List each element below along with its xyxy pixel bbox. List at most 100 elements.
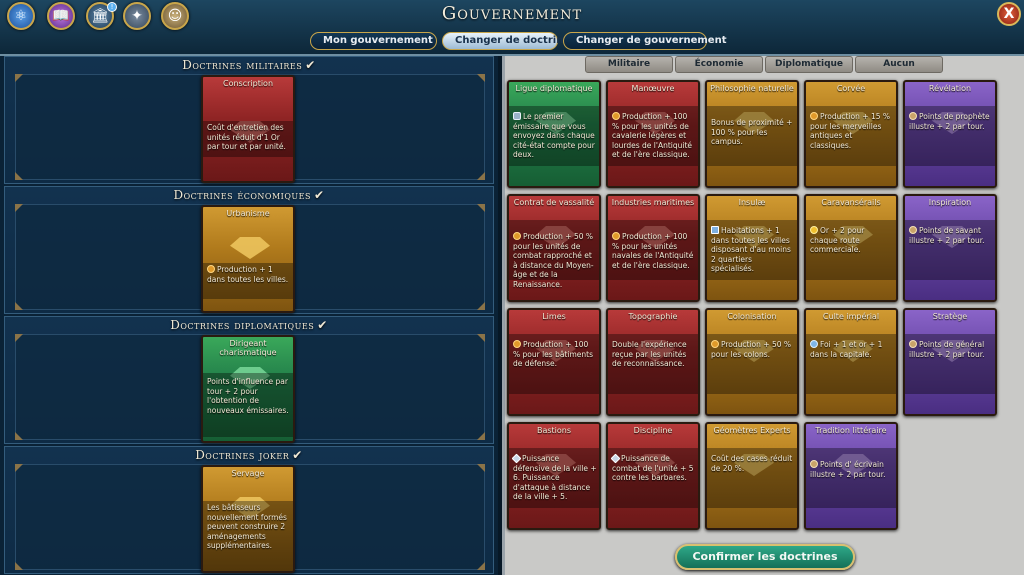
card-name: Ligue diplomatique bbox=[515, 84, 593, 93]
prod-icon bbox=[711, 340, 719, 348]
section-title: Doctrines joker bbox=[195, 448, 290, 462]
slot-section-economic: Doctrines économiques ✔ Urbanisme Product… bbox=[4, 186, 494, 314]
policy-card[interactable]: Topographie Double l'expérience reçue par… bbox=[606, 308, 700, 416]
section-title: Doctrines diplomatiques bbox=[170, 318, 315, 332]
card-description: Bonus de proximité + 100 % pour les camp… bbox=[711, 118, 793, 146]
check-icon: ✔ bbox=[305, 58, 316, 72]
card-name: Tradition littéraire bbox=[815, 426, 887, 435]
card-description: Le premier émissaire que vous envoyez da… bbox=[513, 112, 595, 159]
policy-slots-panel: Doctrines militaires ✔ Conscription Coût … bbox=[0, 56, 498, 575]
tab-change-policies[interactable]: Changer de doctrines bbox=[442, 32, 576, 50]
filter-diplomatic[interactable]: Diplomatique bbox=[765, 56, 853, 73]
prod-icon bbox=[513, 232, 521, 240]
card-name: Inspiration bbox=[928, 198, 972, 207]
policy-card[interactable]: Colonisation Production + 50 % pour les c… bbox=[705, 308, 799, 416]
policy-card[interactable]: Bastions Puissance défensive de la ville … bbox=[507, 422, 601, 530]
card-name: Urbanisme bbox=[226, 209, 270, 218]
card-name: Industries maritimes bbox=[611, 198, 695, 207]
filter-bar: Militaire Économie Diplomatique Aucun bbox=[585, 56, 943, 73]
card-description: Puissance défensive de la ville + 6. Pui… bbox=[511, 453, 597, 501]
strength-icon bbox=[610, 453, 621, 464]
card-description: Points d'influence par tour + 2 pour l'o… bbox=[207, 377, 289, 415]
policy-card[interactable]: Contrat de vassalité Production + 50 % po… bbox=[507, 194, 601, 302]
available-policies-panel: Militaire Économie Diplomatique Aucun Li… bbox=[502, 56, 1024, 575]
confirm-policies-button[interactable]: Confirmer les doctrines bbox=[675, 544, 855, 570]
card-description: Production + 50 % pour les unités de com… bbox=[513, 232, 594, 289]
envoy-icon bbox=[513, 112, 521, 120]
policy-card[interactable]: Caravansérails Or + 2 pour chaque route c… bbox=[804, 194, 898, 302]
policy-card[interactable]: Manœuvre Production + 100 % pour les unit… bbox=[606, 80, 700, 188]
slotted-card-servage[interactable]: Servage Les bâtisseurs nouvellement form… bbox=[201, 465, 295, 573]
card-description: Points de général illustre + 2 par tour. bbox=[909, 340, 985, 359]
card-description: Production + 100 % pour les unités naval… bbox=[612, 232, 694, 270]
card-name: Dirigeant charismatique bbox=[219, 339, 277, 357]
card-name: Révélation bbox=[928, 84, 972, 93]
hab-icon bbox=[711, 226, 719, 234]
check-icon: ✔ bbox=[292, 448, 303, 462]
strength-icon bbox=[511, 453, 522, 464]
filter-none[interactable]: Aucun bbox=[855, 56, 943, 73]
section-title: Doctrines économiques bbox=[173, 188, 311, 202]
pers-icon bbox=[909, 226, 917, 234]
card-name: Limes bbox=[542, 312, 566, 321]
check-icon: ✔ bbox=[317, 318, 328, 332]
slotted-card-urbanisme[interactable]: Urbanisme Production + 1 dans toutes les… bbox=[201, 205, 295, 313]
card-description: Foi + 1 et or + 1 dans la capitale. bbox=[810, 340, 883, 359]
card-description: Points de savant illustre + 2 par tour. bbox=[909, 226, 985, 245]
card-description: Production + 100 % pour les unités de ca… bbox=[612, 112, 693, 159]
pers-icon bbox=[909, 112, 917, 120]
policy-card[interactable]: Géomètres Experts Coût des cases réduit d… bbox=[705, 422, 799, 530]
card-name: Servage bbox=[231, 469, 265, 478]
close-button[interactable]: X bbox=[997, 2, 1021, 26]
slotted-card-charismatic-leader[interactable]: Dirigeant charismatique Points d'influen… bbox=[201, 335, 295, 443]
card-name: Manœuvre bbox=[631, 84, 675, 93]
card-description: Or + 2 pour chaque route commerciale. bbox=[810, 226, 865, 254]
card-description: Coût d'entretien des unités réduit d'1 O… bbox=[207, 123, 286, 151]
card-name: Insulæ bbox=[738, 198, 766, 207]
card-description: Double l'expérience reçue par les unités… bbox=[612, 340, 687, 368]
policy-card[interactable]: Corvée Production + 15 % pour les merveil… bbox=[804, 80, 898, 188]
notification-badge: ! bbox=[107, 2, 117, 12]
tab-bar: Mon gouvernement Changer de doctrines Ch… bbox=[310, 32, 726, 50]
civics-tree-icon[interactable]: 📖 bbox=[47, 2, 75, 30]
card-description: Production + 100 % pour les bâtiments de… bbox=[513, 340, 593, 368]
gold-icon bbox=[810, 226, 818, 234]
filter-military[interactable]: Militaire bbox=[585, 56, 673, 73]
pers-icon bbox=[810, 460, 818, 468]
prod-icon bbox=[612, 112, 620, 120]
card-name: Bastions bbox=[536, 426, 572, 435]
faith-icon bbox=[810, 340, 818, 348]
top-bar: ⚛ 📖 🏛 ! ✦ ☺ Gouvernement X Mon gouvernem… bbox=[0, 0, 1024, 56]
tab-change-government[interactable]: Changer de gouvernement bbox=[563, 32, 726, 50]
card-name: Corvée bbox=[836, 84, 866, 93]
prod-icon bbox=[513, 340, 521, 348]
production-icon bbox=[207, 265, 215, 273]
card-description: Puissance de combat de l'unité + 5 contr… bbox=[610, 453, 694, 482]
policy-card[interactable]: Discipline Puissance de combat de l'unité… bbox=[606, 422, 700, 530]
policy-card[interactable]: Tradition littéraire Points d' écrivain i… bbox=[804, 422, 898, 530]
policy-card[interactable]: Philosophie naturelle Bonus de proximité … bbox=[705, 80, 799, 188]
policy-card[interactable]: Ligue diplomatique Le premier émissaire q… bbox=[507, 80, 601, 188]
policy-card[interactable]: Inspiration Points de savant illustre + 2… bbox=[903, 194, 997, 302]
policy-card[interactable]: Industries maritimes Production + 100 % p… bbox=[606, 194, 700, 302]
card-name: Topographie bbox=[628, 312, 678, 321]
slot-section-military: Doctrines militaires ✔ Conscription Coût … bbox=[4, 56, 494, 184]
card-description: Points de prophète illustre + 2 par tour… bbox=[909, 112, 990, 131]
slot-section-wildcard: Doctrines joker ✔ Servage Les bâtisseurs … bbox=[4, 446, 494, 574]
card-name: Colonisation bbox=[727, 312, 777, 321]
science-overview-icon[interactable]: ⚛ bbox=[7, 2, 35, 30]
tab-my-government[interactable]: Mon gouvernement bbox=[310, 32, 437, 50]
policy-emblem-icon bbox=[230, 237, 270, 259]
filter-economic[interactable]: Économie bbox=[675, 56, 763, 73]
card-name: Discipline bbox=[633, 426, 673, 435]
policy-card[interactable]: Limes Production + 100 % pour les bâtimen… bbox=[507, 308, 601, 416]
policy-card[interactable]: Révélation Points de prophète illustre + … bbox=[903, 80, 997, 188]
card-description: Points d' écrivain illustre + 2 par tour… bbox=[810, 460, 886, 479]
religion-icon[interactable]: ✦ bbox=[123, 2, 151, 30]
slotted-card-conscription[interactable]: Conscription Coût d'entretien des unités… bbox=[201, 75, 295, 183]
policy-card[interactable]: Insulæ Habitations + 1 dans toutes les vi… bbox=[705, 194, 799, 302]
policy-card[interactable]: Culte impérial Foi + 1 et or + 1 dans la … bbox=[804, 308, 898, 416]
leader-portrait-icon[interactable]: ☺ bbox=[161, 2, 189, 30]
policy-card[interactable]: Stratège Points de général illustre + 2 p… bbox=[903, 308, 997, 416]
card-name: Philosophie naturelle bbox=[710, 84, 794, 93]
